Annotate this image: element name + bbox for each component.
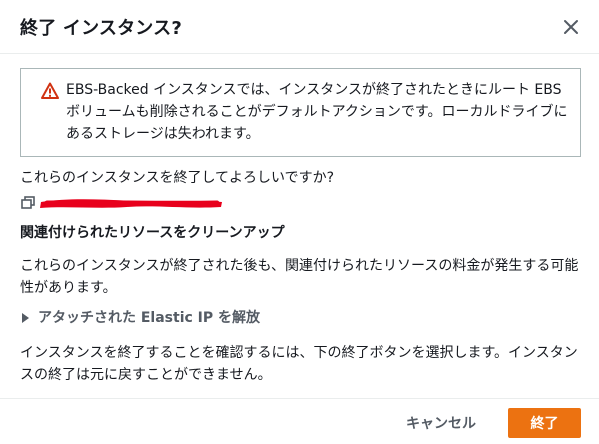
dialog-footer: キャンセル 終了 [0, 398, 599, 444]
cleanup-heading: 関連付けられたリソースをクリーンアップ [20, 225, 285, 241]
warning-message: EBS-Backed インスタンスでは、インスタンスが終了されたときにルート E… [66, 82, 568, 142]
dialog-title: 終了 インスタンス? [20, 18, 182, 39]
expander-label: アタッチされた Elastic IP を解放 [38, 310, 261, 326]
cancel-button[interactable]: キャンセル [392, 408, 490, 438]
terminate-instance-dialog: 終了 インスタンス? EBS-Backed インスタンスでは、インスタンスが終了… [0, 0, 599, 444]
instance-copy-icon [21, 196, 35, 209]
close-icon [564, 20, 578, 34]
confirm-question: これらのインスタンスを終了してよろしいですか? [20, 170, 335, 186]
warning-alert: EBS-Backed インスタンスでは、インスタンスが終了されたときにルート E… [20, 68, 581, 157]
release-elastic-ip-expander[interactable]: アタッチされた Elastic IP を解放 [20, 308, 260, 328]
terminate-button[interactable]: 終了 [508, 408, 581, 438]
warning-icon [41, 82, 59, 99]
instance-list-item [20, 194, 222, 214]
caret-right-icon [22, 313, 29, 323]
dialog-header: 終了 インスタンス? [0, 0, 599, 54]
redaction-mark [40, 199, 222, 208]
cleanup-description: これらのインスタンスが終了された後も、関連付けられたリソースの料金が発生する可能… [20, 258, 579, 296]
close-button[interactable] [561, 17, 581, 37]
terminate-confirm-text: インスタンスを終了することを確認するには、下の終了ボタンを選択します。インスタン… [20, 345, 578, 383]
